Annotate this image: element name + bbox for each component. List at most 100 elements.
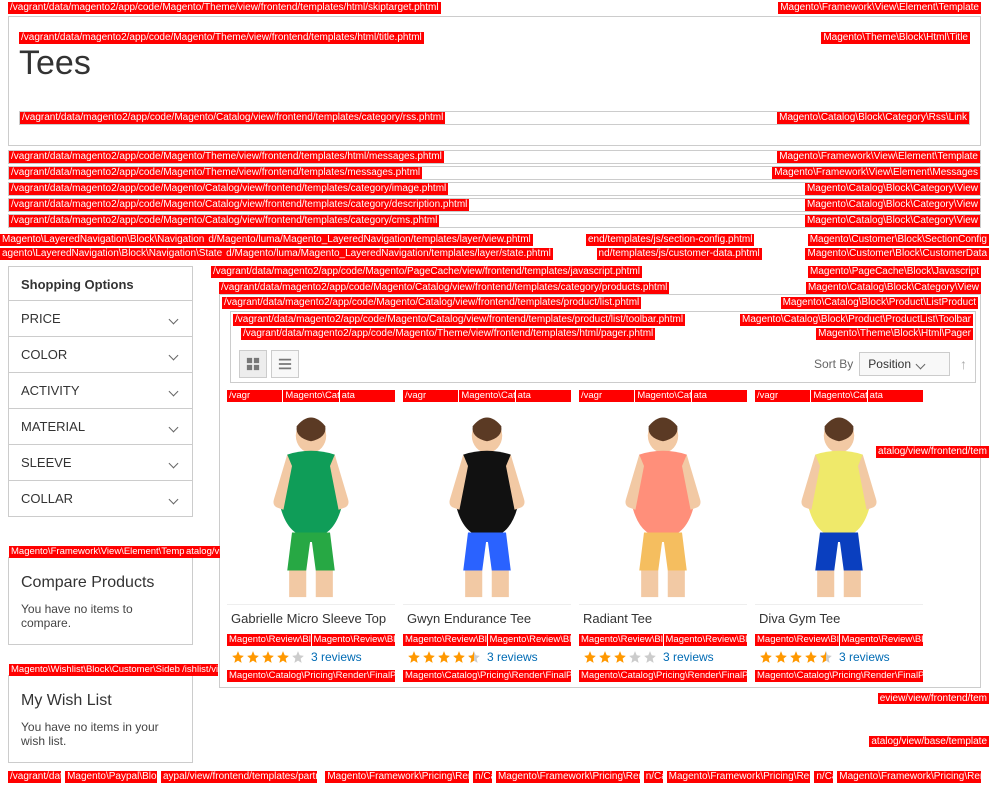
hint-price-class: Magento\Catalog\Pricing\Render\FinalPric… — [755, 670, 923, 682]
hint-nav1-mid: d/Magento/luma/Magento_LayeredNavigation… — [206, 234, 532, 246]
product-card[interactable]: /vagr Magento\Catalog\Block\Product\Imag… — [578, 389, 748, 685]
hint-review-left: Magento\Review\Block\Product\ReviewRende… — [755, 634, 839, 646]
hint-review-left: Magento\Review\Block\Product\ReviewRende… — [579, 634, 663, 646]
chevron-down-icon — [170, 314, 180, 324]
product-image[interactable] — [227, 404, 395, 604]
hint-skiptarget-path: /vagrant/data/magento2/app/code/Magento/… — [8, 2, 441, 14]
hint-nav1-mid2: end/templates/js/section-config.phtml — [586, 234, 755, 246]
hint-skiptarget-class: Magento\Framework\View\Element\Template — [778, 2, 981, 14]
filter-label: MATERIAL — [21, 419, 85, 434]
hint-compare-class: Magento\Framework\View\Element\Template — [9, 546, 184, 558]
layered-nav: Shopping Options PRICE COLOR ACTIVITY MATER… — [8, 266, 193, 517]
hint-messages-class: Magento\Framework\View\Element\Messages — [772, 167, 980, 179]
product-name[interactable]: Gabrielle Micro Sleeve Top — [227, 604, 395, 634]
filter-label: SLEEVE — [21, 455, 72, 470]
filter-label: PRICE — [21, 311, 61, 326]
hint-product-image-class: Magento\Catalog\Block\Product\Image — [811, 390, 866, 402]
page-title: Tees — [19, 44, 970, 83]
filter-item-sleeve[interactable]: SLEEVE — [9, 444, 192, 480]
hint-product-list: /vagrant/data/magento2/app/code/Magento/… — [222, 297, 641, 309]
filter-item-color[interactable]: COLOR — [9, 336, 192, 372]
hint-price-class: Magento\Catalog\Pricing\Render\FinalPric… — [227, 670, 395, 682]
hint-nav2-mid: d/Magento/luma/Magento_LayeredNavigation… — [224, 248, 553, 260]
grid-icon — [246, 357, 260, 371]
compare-empty-text: You have no items to compare. — [21, 602, 180, 630]
wishlist-block: Magento\Wishlist\Block\Customer\Sidebar … — [8, 675, 193, 763]
hint-category-description: /vagrant/data/magento2/app/code/Magento/… — [9, 199, 469, 211]
hint-category-image-class: Magento\Catalog\Block\Category\View — [805, 183, 980, 195]
product-card[interactable]: /vagr Magento\Catalog\Block\Product\Imag… — [402, 389, 572, 685]
hint-pagecache-js-class: Magento\PageCache\Block\Javascript — [808, 266, 981, 278]
hint-review-right: Magento\Review\Block\Product\Review\Rend… — [312, 634, 396, 646]
compare-title: Compare Products — [21, 574, 180, 592]
product-reviews-link[interactable]: 3 reviews — [663, 650, 714, 664]
hint-pager-class: Magento\Theme\Block\Html\Pager — [816, 328, 973, 340]
filter-item-material[interactable]: MATERIAL — [9, 408, 192, 444]
hint-bottom-left2: Magento\Paypal\Block\Logo — [65, 771, 157, 783]
hint-category-description-class: Magento\Catalog\Block\Category\View — [805, 199, 980, 211]
chevron-down-icon — [170, 350, 180, 360]
sort-by-value: Position — [868, 357, 911, 371]
product-name[interactable]: Radiant Tee — [579, 604, 747, 634]
list-icon — [278, 357, 292, 371]
chevron-down-icon — [170, 494, 180, 504]
product-rating-stars — [583, 650, 657, 664]
hint-nav2-mid2: nd/templates/js/customer-data.phtml — [597, 248, 762, 260]
hint-amount-4: Magento\Framework\Pricing\Render\Amount — [837, 771, 981, 783]
hint-nav1-left: Magento\LayeredNavigation\Block\Navigati… — [0, 234, 206, 246]
product-card[interactable]: /vagr Magento\Catalog\Block\Product\Imag… — [226, 389, 396, 685]
product-image[interactable] — [579, 404, 747, 604]
hint-bottom-left3: aypal/view/frontend/templates/partner/lo… — [161, 771, 317, 783]
filter-item-price[interactable]: PRICE — [9, 300, 192, 336]
product-image[interactable] — [755, 404, 923, 604]
sort-by-select[interactable]: Position — [859, 352, 950, 376]
view-mode-list[interactable] — [271, 350, 299, 378]
hint-category-products-class: Magento\Catalog\Block\Category\View — [806, 282, 981, 294]
hint-amount-frag-2: n/Ca — [644, 771, 663, 783]
hint-toolbar: /vagrant/data/magento2/app/code/Magento/… — [233, 314, 685, 326]
hint-category-cms-class: Magento\Catalog\Block\Category\View — [805, 215, 980, 227]
hint-price-class: Magento\Catalog\Pricing\Render\FinalPric… — [403, 670, 571, 682]
hint-pager: /vagrant/data/magento2/app/code/Magento/… — [241, 328, 655, 340]
edge-hint-review: eview/view/frontend/tem — [878, 693, 989, 704]
hint-product-image-left: /vagr — [579, 390, 634, 402]
hint-messages-html: /vagrant/data/magento2/app/code/Magento/… — [9, 151, 444, 163]
hint-product-image-right: ata — [340, 390, 395, 402]
product-name[interactable]: Diva Gym Tee — [755, 604, 923, 634]
hint-amount-1: Magento\Framework\Pricing\Render\Amount — [325, 771, 469, 783]
product-rating-stars — [759, 650, 833, 664]
filter-item-collar[interactable]: COLLAR — [9, 480, 192, 516]
hint-amount-frag-3: n/Ca — [814, 771, 833, 783]
product-name[interactable]: Gwyn Endurance Tee — [403, 604, 571, 634]
hint-product-image-right: ata — [692, 390, 747, 402]
product-reviews-link[interactable]: 3 reviews — [311, 650, 362, 664]
hint-compare-right: atalog/vi — [184, 546, 220, 558]
filter-label: ACTIVITY — [21, 383, 80, 398]
hint-category-image: /vagrant/data/magento2/app/code/Magento/… — [9, 183, 448, 195]
hint-messages: /vagrant/data/magento2/app/code/Magento/… — [9, 167, 422, 179]
product-image[interactable] — [403, 404, 571, 604]
hint-nav2-right: Magento\Customer\Block\CustomerData — [805, 248, 989, 260]
hint-messages-html-class: Magento\Framework\View\Element\Template — [777, 151, 980, 163]
hint-product-image-right: ata — [516, 390, 571, 402]
hint-price-class: Magento\Catalog\Pricing\Render\FinalPric… — [579, 670, 747, 682]
hint-review-left: Magento\Review\Block\Product\ReviewRende… — [403, 634, 487, 646]
view-mode-grid[interactable] — [239, 350, 267, 378]
product-reviews-link[interactable]: 3 reviews — [487, 650, 538, 664]
filter-heading: Shopping Options — [9, 267, 192, 300]
product-card[interactable]: /vagr Magento\Catalog\Block\Product\Imag… — [754, 389, 924, 685]
hint-rss-path: /vagrant/data/magento2/app/code/Magento/… — [20, 112, 445, 124]
filter-item-activity[interactable]: ACTIVITY — [9, 372, 192, 408]
hint-product-image-class: Magento\Catalog\Block\Product\Image — [459, 390, 514, 402]
hint-pagecache-js: /vagrant/data/magento2/app/code/Magento/… — [211, 266, 642, 278]
hint-title-path: /vagrant/data/magento2/app/code/Magento/… — [19, 32, 424, 44]
chevron-down-icon — [170, 386, 180, 396]
hint-title-class: Magento\Theme\Block\Html\Title — [821, 32, 970, 44]
edge-hint-catalog-2: atalog/view/base/template — [869, 736, 989, 747]
sort-direction-toggle[interactable]: ↑ — [960, 356, 967, 372]
product-reviews-link[interactable]: 3 reviews — [839, 650, 890, 664]
sort-by-label: Sort By — [814, 357, 853, 371]
hint-bottom-left1: /vagrant/data/m — [8, 771, 61, 783]
compare-block: Magento\Framework\View\Element\Template … — [8, 557, 193, 645]
hint-review-right: Magento\Review\Block\Product\Review\Rend… — [488, 634, 572, 646]
